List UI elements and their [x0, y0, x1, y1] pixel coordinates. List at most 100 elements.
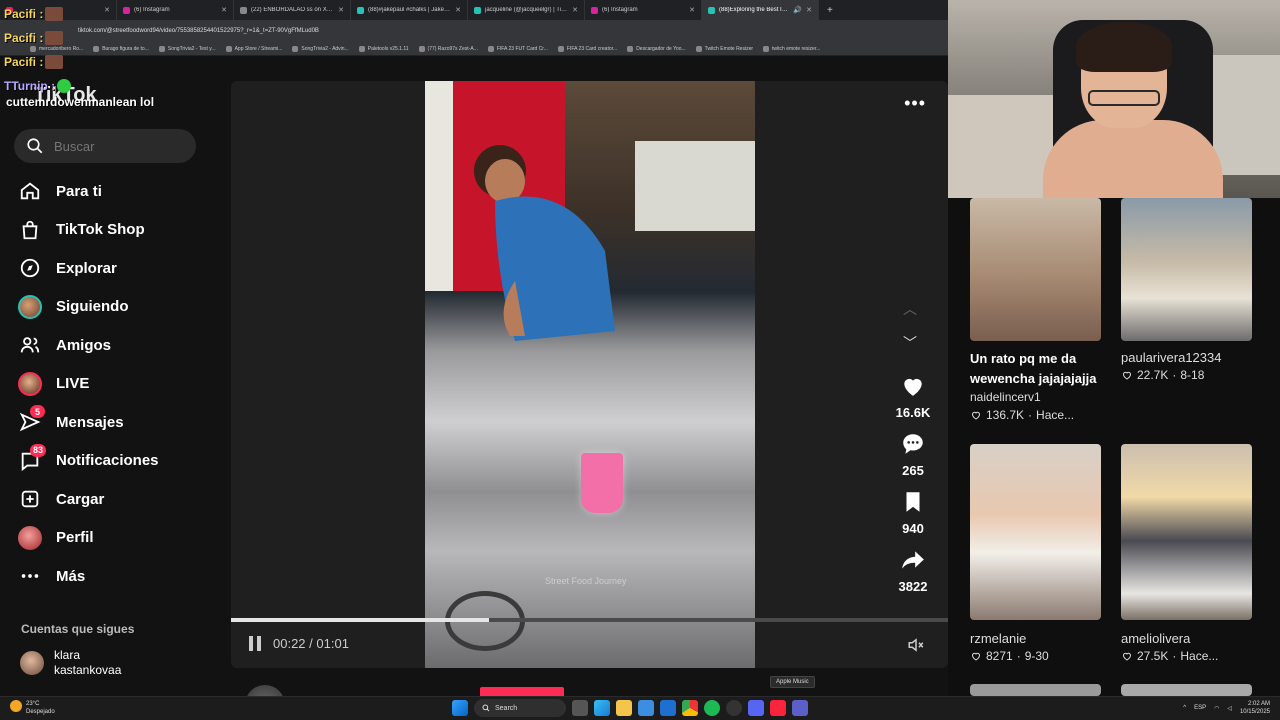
weather-widget[interactable]: 23°C Despejado — [10, 700, 55, 716]
previous-video-button[interactable]: ︿ — [903, 299, 917, 319]
obs-icon[interactable] — [726, 700, 742, 716]
feed-user[interactable]: rzmelanie — [970, 630, 1122, 647]
clock[interactable]: 2:02 AM 10/15/2025 — [1240, 700, 1270, 716]
tab-close-icon[interactable]: ✕ — [806, 6, 812, 14]
bookmark-item[interactable]: Twitch Emote Resizer — [695, 45, 753, 52]
browser-tab[interactable]: (6) Instagram ✕ — [585, 0, 702, 20]
feed-card[interactable]: ameliolivera 27.5K · Hace... — [1121, 444, 1273, 663]
chat-emote-icon — [45, 7, 64, 21]
bookmark-item[interactable]: Burago figura de to... — [93, 45, 149, 52]
bookmark-item[interactable]: FIFA 23 Card creator... — [557, 45, 617, 52]
share-button[interactable]: 3822 — [891, 547, 935, 594]
like-button[interactable]: 16.6K — [891, 373, 935, 420]
sidebar-item-para-ti[interactable]: Para ti — [18, 172, 159, 211]
task-view-icon[interactable] — [572, 700, 588, 716]
wifi-icon[interactable]: ◠ — [1214, 705, 1219, 712]
edge-icon[interactable] — [594, 700, 610, 716]
browser-tab[interactable]: (88)#jakepaul #chalks | Jakepa... ✕ — [351, 0, 468, 20]
time-current: 00:22 — [273, 636, 306, 651]
feed-meta: 136.7K · Hace... — [970, 408, 1122, 422]
sidebar-item-amigos[interactable]: Amigos — [18, 326, 159, 365]
url-text: tiktok.com/@streetfoodword94/video/75538… — [78, 28, 319, 34]
teams-icon[interactable] — [792, 700, 808, 716]
speaker-icon[interactable]: ◁ — [1227, 705, 1232, 712]
weather-temp: 23°C — [26, 701, 40, 707]
save-button[interactable]: 940 — [891, 489, 935, 536]
feed-card[interactable]: rzmelanie 8271 · 9-30 — [970, 444, 1122, 663]
feed-user[interactable]: ameliolivera — [1121, 630, 1273, 647]
chrome-icon[interactable] — [682, 700, 698, 716]
video-scene-pink-cup — [581, 453, 623, 513]
video-progress-bar[interactable] — [231, 618, 948, 622]
sidebar-item-perfil[interactable]: Perfil — [18, 519, 159, 558]
tab-close-icon[interactable]: ✕ — [221, 6, 227, 14]
chat-username: TTurnip : — [4, 79, 56, 93]
more-options-button[interactable]: ••• — [904, 93, 926, 114]
feed-thumbnail[interactable] — [1121, 444, 1252, 620]
video-frame[interactable]: Street Food Journey — [425, 81, 755, 668]
search-input[interactable] — [54, 138, 184, 154]
browser-tab[interactable]: (6) Instagram ✕ — [117, 0, 234, 20]
feed-user[interactable]: naidelincerv1 — [970, 389, 1122, 406]
comment-button[interactable]: 265 — [891, 431, 935, 478]
sidebar-item-explorar[interactable]: Explorar — [18, 249, 159, 288]
mail-icon[interactable] — [660, 700, 676, 716]
feed-thumbnail[interactable] — [970, 684, 1101, 696]
bookmark-item[interactable]: twitch emote resizer... — [763, 45, 820, 52]
next-video-button[interactable]: ﹀ — [903, 333, 917, 353]
bookmark-item[interactable]: (77) Razo97s Zest-A... — [418, 45, 478, 52]
search-box[interactable] — [14, 129, 196, 163]
sidebar-item-siguiendo[interactable]: Siguiendo — [18, 288, 159, 327]
bookmark-item[interactable]: SongTrivia2 - Test y... — [158, 45, 216, 52]
tray-chevron-icon[interactable]: ^ — [1183, 705, 1186, 711]
tab-close-icon[interactable]: ✕ — [455, 6, 461, 14]
sidebar-item-notificaciones[interactable]: 83 Notificaciones — [18, 442, 159, 481]
sidebar-item-mensajes[interactable]: 5 Mensajes — [18, 403, 159, 442]
sidebar-item-tiktok-shop[interactable]: TikTok Shop — [18, 211, 159, 250]
sidebar-item-más[interactable]: Más — [18, 557, 159, 596]
new-tab-button[interactable]: + — [819, 5, 841, 16]
language-indicator[interactable]: ESP — [1194, 705, 1206, 711]
volume-icon[interactable] — [906, 636, 926, 654]
feed-caption: Un rato pq me da wewencha jajajajajja — [970, 351, 1097, 386]
bookmark-item[interactable]: FIFA 23 FUT Card Cr... — [487, 45, 548, 52]
bookmark-item[interactable]: App Store / Streami... — [225, 45, 282, 52]
taskbar-search[interactable]: Search — [474, 699, 566, 717]
discord-icon[interactable] — [748, 700, 764, 716]
bookmark-item[interactable]: Paletools v25.1.11 — [358, 45, 409, 52]
tab-close-icon[interactable]: ✕ — [104, 6, 110, 14]
feed-thumbnail[interactable] — [970, 198, 1101, 341]
tab-close-icon[interactable]: ✕ — [338, 6, 344, 14]
tab-close-icon[interactable]: ✕ — [689, 6, 695, 14]
bookmark-item[interactable]: SongTrivia2 - Advin... — [292, 45, 349, 52]
feed-thumbnail[interactable] — [1121, 198, 1252, 341]
webcam-glasses — [1088, 90, 1160, 106]
pause-button[interactable] — [249, 636, 261, 651]
bookmark-label: Descargador de Yoo... — [636, 45, 686, 52]
feed-thumbnail[interactable] — [970, 444, 1101, 620]
browser-tab[interactable]: jacqueline (@jacqueelgr) | TikT... ✕ — [468, 0, 585, 20]
following-account[interactable]: klara kastankovaa — [20, 648, 121, 678]
follow-button[interactable] — [480, 687, 564, 696]
feed-card[interactable]: paularivera12334 22.7K · 8-18 — [1121, 198, 1273, 382]
browser-tab-active[interactable]: (88)Exploring the Best Indi... 🔊 ✕ — [702, 0, 819, 20]
feed-date: Hace... — [1180, 649, 1219, 663]
bookmark-favicon-icon — [557, 45, 564, 52]
feed-user[interactable]: paularivera12334 — [1121, 349, 1273, 366]
apple-music-icon[interactable] — [770, 700, 786, 716]
feed-thumbnail[interactable] — [1121, 684, 1252, 696]
sidebar-item-live[interactable]: LIVE — [18, 365, 159, 404]
bookmark-label: (77) Razo97s Zest-A... — [427, 45, 478, 52]
bookmark-item[interactable]: Descargador de Yoo... — [627, 45, 686, 52]
address-bar[interactable]: tiktok.com/@streetfoodword94/video/75538… — [0, 20, 948, 42]
file-explorer-icon[interactable] — [616, 700, 632, 716]
windows-start-icon[interactable] — [452, 700, 468, 716]
spotify-icon[interactable] — [704, 700, 720, 716]
share-icon — [902, 551, 924, 569]
sidebar-item-cargar[interactable]: Cargar — [18, 480, 159, 519]
store-icon[interactable] — [638, 700, 654, 716]
browser-tab[interactable]: (22) ENBORDALAO ss on X: "C... ✕ — [234, 0, 351, 20]
video-player[interactable]: Street Food Journey ••• ︿ ﹀ 16.6K 265 94… — [231, 81, 948, 668]
feed-card[interactable]: Un rato pq me da wewencha jajajajajja na… — [970, 198, 1122, 422]
tab-close-icon[interactable]: ✕ — [572, 6, 578, 14]
